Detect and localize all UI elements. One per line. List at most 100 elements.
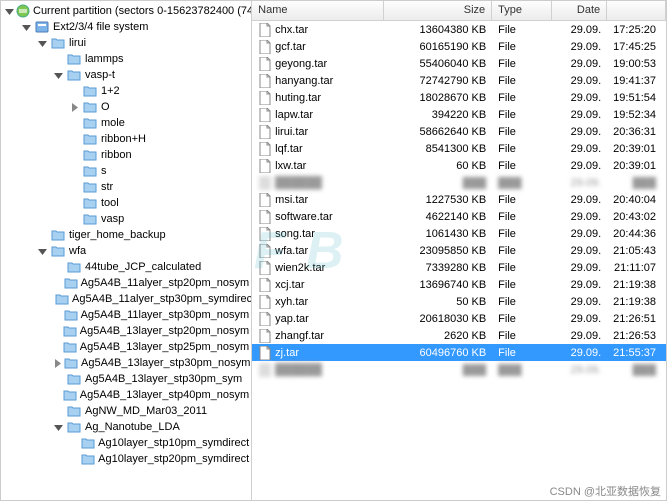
tree-node[interactable]: O [1,99,251,115]
file-list[interactable]: chx.tar13604380 KBFile29.09.17:25:20gcf.… [252,21,666,500]
tree-node[interactable]: AgNW_MD_Mar03_2011 [1,403,251,419]
tree-node[interactable]: mole [1,115,251,131]
tree-node[interactable]: Ext2/3/4 file system [1,19,251,35]
file-row[interactable]: wfa.tar23095850 KBFile29.09.21:05:43 [252,242,666,259]
tree-node[interactable]: 1+2 [1,83,251,99]
file-name: ██████ [275,177,322,189]
col-type[interactable]: Type [492,1,552,20]
file-time: 21:55:37 [607,347,666,359]
file-icon [258,108,272,122]
file-name: ██████ [275,364,322,376]
file-row[interactable]: geyong.tar55406040 KBFile29.09.19:00:53 [252,55,666,72]
file-type: File [492,262,552,274]
file-row[interactable]: lqf.tar8541300 KBFile29.09.20:39:01 [252,140,666,157]
tree-node[interactable]: Ag5A4B_11alyer_stp20pm_nosym [1,275,251,291]
file-name: yap.tar [275,313,309,325]
tree-node[interactable]: Ag_Nanotube_LDA [1,419,251,435]
expand-icon[interactable] [5,6,14,17]
file-time: 17:25:20 [607,24,666,36]
tree-label: ribbon+H [101,133,146,145]
file-size: 7339280 KB [384,262,492,274]
file-row[interactable]: huting.tar18028670 KBFile29.09.19:51:54 [252,89,666,106]
col-time[interactable] [607,1,666,20]
file-icon [258,176,272,190]
file-row[interactable]: hanyang.tar72742790 KBFile29.09.19:41:37 [252,72,666,89]
file-row[interactable]: chx.tar13604380 KBFile29.09.17:25:20 [252,21,666,38]
file-type: File [492,160,552,172]
folder-icon [64,307,78,323]
tree-node[interactable]: Ag10layer_stp10pm_symdirect [1,435,251,451]
file-row[interactable]: wien2k.tar7339280 KBFile29.09.21:11:07 [252,259,666,276]
tree-label: Ag5A4B_11alyer_stp30pm_symdirect [72,293,252,305]
file-time: ███ [607,177,666,189]
expand-icon[interactable] [37,38,48,49]
file-icon [258,329,272,343]
file-time: 20:44:36 [607,228,666,240]
folder-icon [66,51,82,67]
tree-label: wfa [69,245,86,257]
file-date: 29.09. [552,109,607,121]
tree-node[interactable]: wfa [1,243,251,259]
file-row[interactable]: zhangf.tar2620 KBFile29.09.21:26:53 [252,327,666,344]
tree-node[interactable]: ribbon+H [1,131,251,147]
file-date: 29.09. [552,24,607,36]
file-date: 29.09. [552,143,607,155]
expand-icon[interactable] [37,246,48,257]
file-time: 21:19:38 [607,279,666,291]
file-row[interactable]: lxw.tar60 KBFile29.09.20:39:01 [252,157,666,174]
expand-icon[interactable] [69,102,80,113]
expand-icon[interactable] [53,70,64,81]
file-type: File [492,92,552,104]
file-date: 29.09. [552,58,607,70]
file-icon [258,159,272,173]
tree-node[interactable]: Ag5A4B_11layer_stp30pm_nosym [1,307,251,323]
expand-icon[interactable] [53,422,64,433]
file-row[interactable]: song.tar1061430 KBFile29.09.20:44:36 [252,225,666,242]
tree-panel[interactable]: Current partition (sectors 0-15623782400… [1,1,252,500]
file-row[interactable]: ████████████29.09.███ [252,361,666,378]
tree-node[interactable]: Ag10layer_stp20pm_symdirect [1,451,251,467]
tree-node[interactable]: 44tube_JCP_calculated [1,259,251,275]
file-icon [258,23,272,37]
tree-node[interactable]: lammps [1,51,251,67]
file-row[interactable]: lapw.tar394220 KBFile29.09.19:52:34 [252,106,666,123]
tree-label: Ag5A4B_11alyer_stp20pm_nosym [81,277,250,289]
file-row[interactable]: gcf.tar60165190 KBFile29.09.17:45:25 [252,38,666,55]
file-row[interactable]: zj.tar60496760 KBFile29.09.21:55:37 [252,344,666,361]
tree-node[interactable]: lirui [1,35,251,51]
tree-node[interactable]: Ag5A4B_13layer_stp20pm_nosym [1,323,251,339]
file-row[interactable]: xcj.tar13696740 KBFile29.09.21:19:38 [252,276,666,293]
file-row[interactable]: msi.tar1227530 KBFile29.09.20:40:04 [252,191,666,208]
tree-node[interactable]: vasp [1,211,251,227]
tree-label: mole [101,117,125,129]
file-time: 21:05:43 [607,245,666,257]
tree-node[interactable]: tool [1,195,251,211]
tree-label: Ag5A4B_13layer_stp30pm_nosym [81,357,250,369]
tree-node[interactable]: Ag5A4B_13layer_stp25pm_nosym [1,339,251,355]
file-row[interactable]: software.tar4622140 KBFile29.09.20:43:02 [252,208,666,225]
tree-node[interactable]: ribbon [1,147,251,163]
tree-node[interactable]: str [1,179,251,195]
tree-node[interactable]: tiger_home_backup [1,227,251,243]
file-row[interactable]: yap.tar20618030 KBFile29.09.21:26:51 [252,310,666,327]
tree-node[interactable]: Ag5A4B_13layer_stp30pm_nosym [1,355,251,371]
col-name[interactable]: Name [252,1,384,20]
file-header[interactable]: Name Size Type Date [252,1,666,21]
expand-icon[interactable] [53,358,62,369]
tree-node[interactable]: Ag5A4B_13layer_stp40pm_nosym [1,387,251,403]
file-row[interactable]: lirui.tar58662640 KBFile29.09.20:36:31 [252,123,666,140]
file-date: 29.09. [552,330,607,342]
file-name: zhangf.tar [275,330,324,342]
tree-node[interactable]: Ag5A4B_11alyer_stp30pm_symdirect [1,291,251,307]
col-date[interactable]: Date [552,1,607,20]
tree-node[interactable]: Ag5A4B_13layer_stp30pm_sym [1,371,251,387]
tree-node[interactable]: s [1,163,251,179]
tree-node[interactable]: Current partition (sectors 0-15623782400… [1,3,251,19]
file-date: 29.09. [552,364,607,376]
expand-icon[interactable] [21,22,32,33]
file-row[interactable]: ████████████29.09.███ [252,174,666,191]
file-row[interactable]: xyh.tar50 KBFile29.09.21:19:38 [252,293,666,310]
col-size[interactable]: Size [384,1,492,20]
tree-node[interactable]: vasp-t [1,67,251,83]
file-name: wfa.tar [275,245,308,257]
